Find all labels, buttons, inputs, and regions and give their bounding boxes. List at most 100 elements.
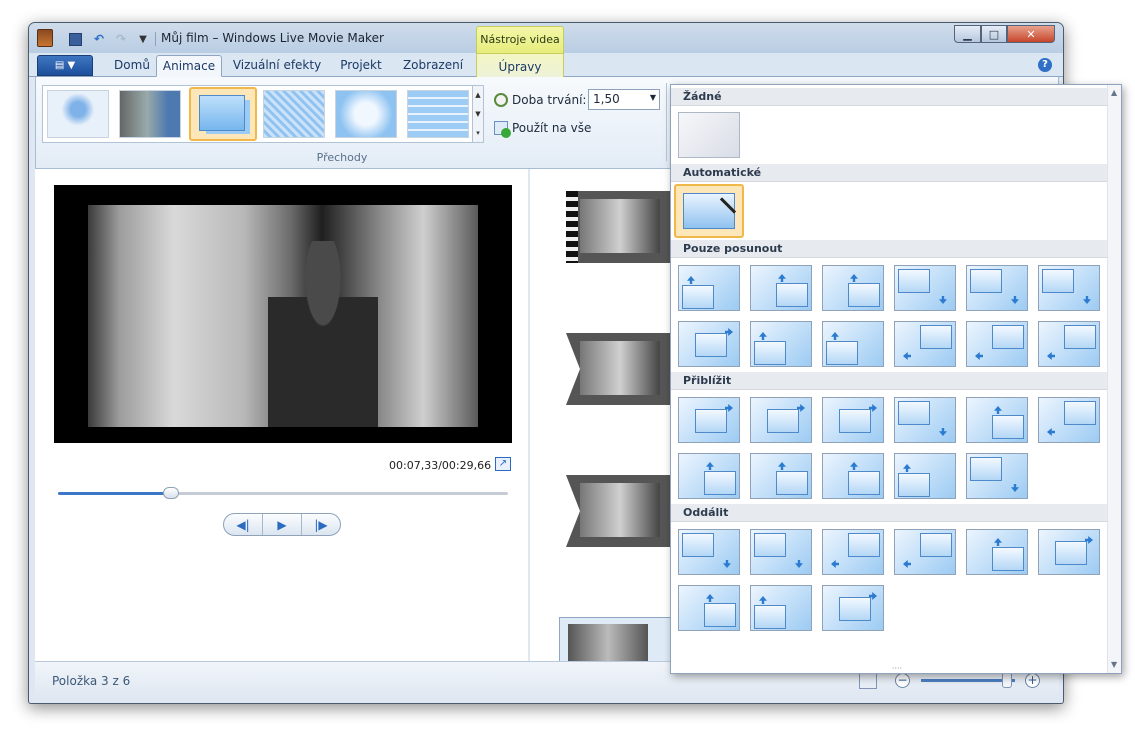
pan-tile[interactable] xyxy=(966,321,1028,367)
tab-edit[interactable]: Úpravy xyxy=(476,53,564,77)
pan-tile[interactable] xyxy=(894,321,956,367)
tab-project[interactable]: Projekt xyxy=(333,55,389,77)
timecode: 00:07,33/00:29,66 xyxy=(389,459,492,472)
context-tab-title: Nástroje videa xyxy=(476,26,564,53)
quick-access-dropdown-icon[interactable]: ▼ xyxy=(135,31,151,47)
zoom-in-tile[interactable] xyxy=(822,397,884,443)
help-icon[interactable]: ? xyxy=(1038,58,1052,72)
undo-icon[interactable]: ↶ xyxy=(91,31,107,47)
zoom-out-tile[interactable] xyxy=(966,529,1028,575)
zoom-slider[interactable] xyxy=(921,679,1015,682)
apply-all-button[interactable]: Použít na vše xyxy=(494,121,591,138)
title-separator xyxy=(155,32,156,46)
pan-tile[interactable] xyxy=(966,265,1028,311)
group-label: Přechody xyxy=(316,151,368,164)
chevron-up-icon[interactable]: ▲ xyxy=(475,91,480,99)
tab-view[interactable]: Zobrazení xyxy=(399,55,467,77)
storyboard-clip[interactable] xyxy=(566,191,676,263)
clock-icon xyxy=(494,93,508,107)
apply-all-icon xyxy=(494,121,511,138)
section-zoom-out: Oddálit xyxy=(671,504,1107,522)
maximize-button[interactable]: □ xyxy=(981,25,1007,43)
zoom-in-tile[interactable] xyxy=(966,397,1028,443)
duration-label: Doba trvání: xyxy=(512,93,587,107)
application-menu-button[interactable]: ▤ ▼ xyxy=(37,55,93,76)
ribbon-tab-row: ▤ ▼ Domů Animace Vizuální efekty Projekt… xyxy=(29,53,1063,77)
pan-tile[interactable] xyxy=(678,321,740,367)
transition-thumb[interactable] xyxy=(335,90,397,138)
previous-frame-button[interactable]: ◀| xyxy=(224,514,263,535)
tab-home[interactable]: Domů xyxy=(101,55,163,77)
zoom-out-tile[interactable] xyxy=(678,585,740,631)
pan-tile[interactable] xyxy=(1038,265,1100,311)
seek-bar[interactable] xyxy=(58,487,508,499)
redo-icon[interactable]: ↷ xyxy=(113,31,129,47)
duration-label-group: Doba trvání: xyxy=(494,93,586,107)
fullscreen-icon[interactable]: ↗ xyxy=(495,457,511,471)
playback-controls: ◀| ▶ |▶ xyxy=(223,513,341,536)
transition-thumb-selected[interactable] xyxy=(189,87,257,141)
duration-value: 1,50 xyxy=(593,92,620,106)
storyboard-clip[interactable] xyxy=(566,333,676,405)
tab-visual-effects[interactable]: Vizuální efekty xyxy=(229,55,325,77)
zoom-out-tile[interactable] xyxy=(894,529,956,575)
more-icon[interactable]: ▾ xyxy=(476,129,480,137)
duration-combobox[interactable]: 1,50 ▼ xyxy=(588,89,660,110)
preview-frame xyxy=(88,205,478,427)
next-frame-button[interactable]: |▶ xyxy=(302,514,340,535)
save-icon[interactable] xyxy=(69,33,82,46)
tab-animations[interactable]: Animace xyxy=(156,55,222,77)
pan-tile[interactable] xyxy=(750,321,812,367)
seek-thumb[interactable] xyxy=(162,487,179,499)
gallery-scroll[interactable]: ▲ ▼ ▾ xyxy=(472,85,484,143)
transition-thumb[interactable] xyxy=(407,90,469,138)
transition-thumb[interactable] xyxy=(263,90,325,138)
zoom-in-tile[interactable] xyxy=(750,397,812,443)
zoom-in-tile[interactable] xyxy=(894,453,956,499)
chevron-down-icon[interactable]: ▼ xyxy=(650,93,656,102)
storyboard-clip[interactable] xyxy=(566,475,676,547)
pan-tile[interactable] xyxy=(822,321,884,367)
scroll-up-icon[interactable]: ▲ xyxy=(1111,88,1117,97)
pan-tile[interactable] xyxy=(894,265,956,311)
zoom-out-tile[interactable] xyxy=(750,585,812,631)
zoom-in-icon[interactable]: + xyxy=(1025,673,1040,688)
zoom-out-tile[interactable] xyxy=(750,529,812,575)
close-button[interactable]: ✕ xyxy=(1007,25,1055,43)
transition-auto-tile[interactable] xyxy=(674,184,744,238)
pan-tile[interactable] xyxy=(750,265,812,311)
minimize-button[interactable]: ▁ xyxy=(954,25,981,43)
zoom-in-tile[interactable] xyxy=(1038,397,1100,443)
pan-tile[interactable] xyxy=(678,265,740,311)
play-button[interactable]: ▶ xyxy=(263,514,302,535)
window-title: Můj film – Windows Live Movie Maker xyxy=(161,31,384,45)
zoom-out-tile[interactable] xyxy=(1038,529,1100,575)
resize-grip-icon[interactable]: ···· xyxy=(879,665,915,673)
transition-thumb[interactable] xyxy=(47,90,109,138)
zoom-out-icon[interactable]: − xyxy=(895,673,910,688)
zoom-in-tile[interactable] xyxy=(822,453,884,499)
film-app-icon[interactable] xyxy=(37,29,53,47)
section-none: Žádné xyxy=(671,88,1107,106)
zoom-in-tile[interactable] xyxy=(678,453,740,499)
chevron-down-icon[interactable]: ▼ xyxy=(475,110,480,118)
section-automatic: Automatické xyxy=(671,164,1107,182)
transition-none-tile[interactable] xyxy=(678,112,740,158)
zoom-in-tile[interactable] xyxy=(966,453,1028,499)
pane-divider[interactable] xyxy=(528,169,530,661)
zoom-out-tile[interactable] xyxy=(678,529,740,575)
title-bar: ↶ ↷ ▼ Můj film – Windows Live Movie Make… xyxy=(29,23,1063,53)
pan-tile[interactable] xyxy=(1038,321,1100,367)
section-zoom-in: Přiblížit xyxy=(671,372,1107,390)
scroll-down-icon[interactable]: ▼ xyxy=(1111,660,1117,669)
video-preview[interactable] xyxy=(54,185,512,443)
zoom-thumb[interactable] xyxy=(1002,672,1013,688)
zoom-in-tile[interactable] xyxy=(750,453,812,499)
pan-tile[interactable] xyxy=(822,265,884,311)
transition-thumb[interactable] xyxy=(119,90,181,138)
zoom-out-tile[interactable] xyxy=(822,585,884,631)
zoom-in-tile[interactable] xyxy=(678,397,740,443)
zoom-in-tile[interactable] xyxy=(894,397,956,443)
zoom-out-tile[interactable] xyxy=(822,529,884,575)
panel-scrollbar[interactable]: ▲ ▼ xyxy=(1107,85,1121,673)
